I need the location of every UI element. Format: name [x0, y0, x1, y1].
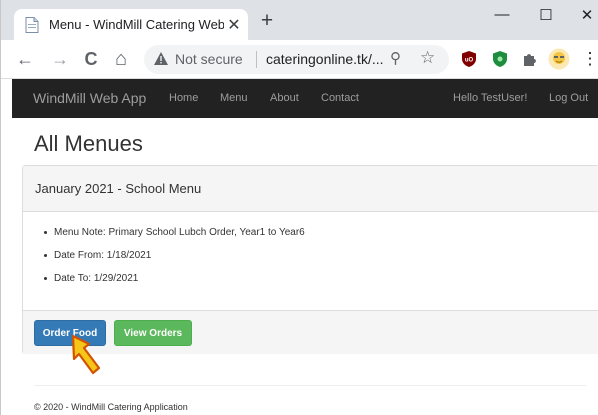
panel-heading: January 2021 - School Menu — [23, 166, 598, 212]
minimize-icon[interactable]: — — [492, 6, 512, 23]
nav-link-contact[interactable]: Contact — [321, 92, 359, 104]
page-title: All Menues — [34, 131, 143, 156]
forward-icon[interactable]: → — [49, 48, 71, 70]
profile-avatar-icon[interactable] — [548, 48, 570, 70]
browser-tab[interactable]: Menu - WindMill Catering WebA ✕ — [14, 9, 248, 40]
navbar-brand[interactable]: WindMill Web App — [33, 90, 146, 106]
home-icon[interactable]: ⌂ — [110, 48, 132, 70]
tab-strip: Menu - WindMill Catering WebA ✕ + — ☐ ✕ — [1, 0, 598, 40]
browser-toolbar: ← → C ⌂ Not secure cateringonline.tk/...… — [1, 40, 598, 79]
menu-panel: January 2021 - School Menu Menu Note: Pr… — [22, 165, 598, 354]
tab-title: Menu - WindMill Catering WebA — [49, 17, 224, 32]
tab-close-icon[interactable]: ✕ — [226, 15, 242, 35]
reload-icon[interactable]: C — [80, 48, 102, 70]
logout-link[interactable]: Log Out — [549, 92, 588, 104]
list-item: Date From: 1/18/2021 — [43, 250, 152, 261]
list-item: Date To: 1/29/2021 — [43, 273, 139, 284]
browser-window: Menu - WindMill Catering WebA ✕ + — ☐ ✕ … — [0, 0, 598, 415]
puzzle-icon[interactable] — [521, 50, 539, 68]
nav-link-menu[interactable]: Menu — [220, 92, 248, 104]
site-navbar: WindMill Web App Home Menu About Contact… — [12, 79, 598, 118]
hand-pointer-icon — [71, 334, 101, 375]
footer-divider — [34, 385, 586, 386]
warning-triangle-icon — [154, 52, 168, 65]
address-bar[interactable]: Not secure cateringonline.tk/... ⚲ ☆ — [144, 45, 449, 74]
omnibox-separator — [256, 51, 257, 68]
maximize-icon[interactable]: ☐ — [536, 6, 556, 24]
new-tab-icon[interactable]: + — [257, 10, 277, 31]
back-icon[interactable]: ← — [14, 48, 36, 70]
nav-link-about[interactable]: About — [270, 92, 299, 104]
browser-menu-icon[interactable]: ⋮ — [579, 48, 598, 70]
panel-heading-text: January 2021 - School Menu — [35, 181, 202, 196]
zoom-icon[interactable]: ⚲ — [390, 49, 401, 67]
view-orders-button[interactable]: View Orders — [114, 320, 192, 346]
footer-text: © 2020 - WindMill Catering Application — [34, 402, 188, 412]
url-text[interactable]: cateringonline.tk/... — [266, 51, 384, 67]
greeting-link[interactable]: Hello TestUser! — [453, 92, 527, 104]
svg-text:uO: uO — [465, 58, 474, 64]
document-icon — [25, 17, 39, 33]
bookmark-star-icon[interactable]: ☆ — [420, 48, 435, 68]
panel-body: Menu Note: Primary School Lubch Order, Y… — [23, 212, 598, 310]
nav-link-home[interactable]: Home — [169, 92, 198, 104]
security-label[interactable]: Not secure — [175, 51, 243, 67]
ublock-shield-icon[interactable]: uO — [460, 50, 478, 68]
window-close-icon[interactable]: ✕ — [577, 6, 597, 24]
green-shield-icon[interactable] — [491, 50, 509, 68]
list-item: Menu Note: Primary School Lubch Order, Y… — [44, 227, 305, 238]
